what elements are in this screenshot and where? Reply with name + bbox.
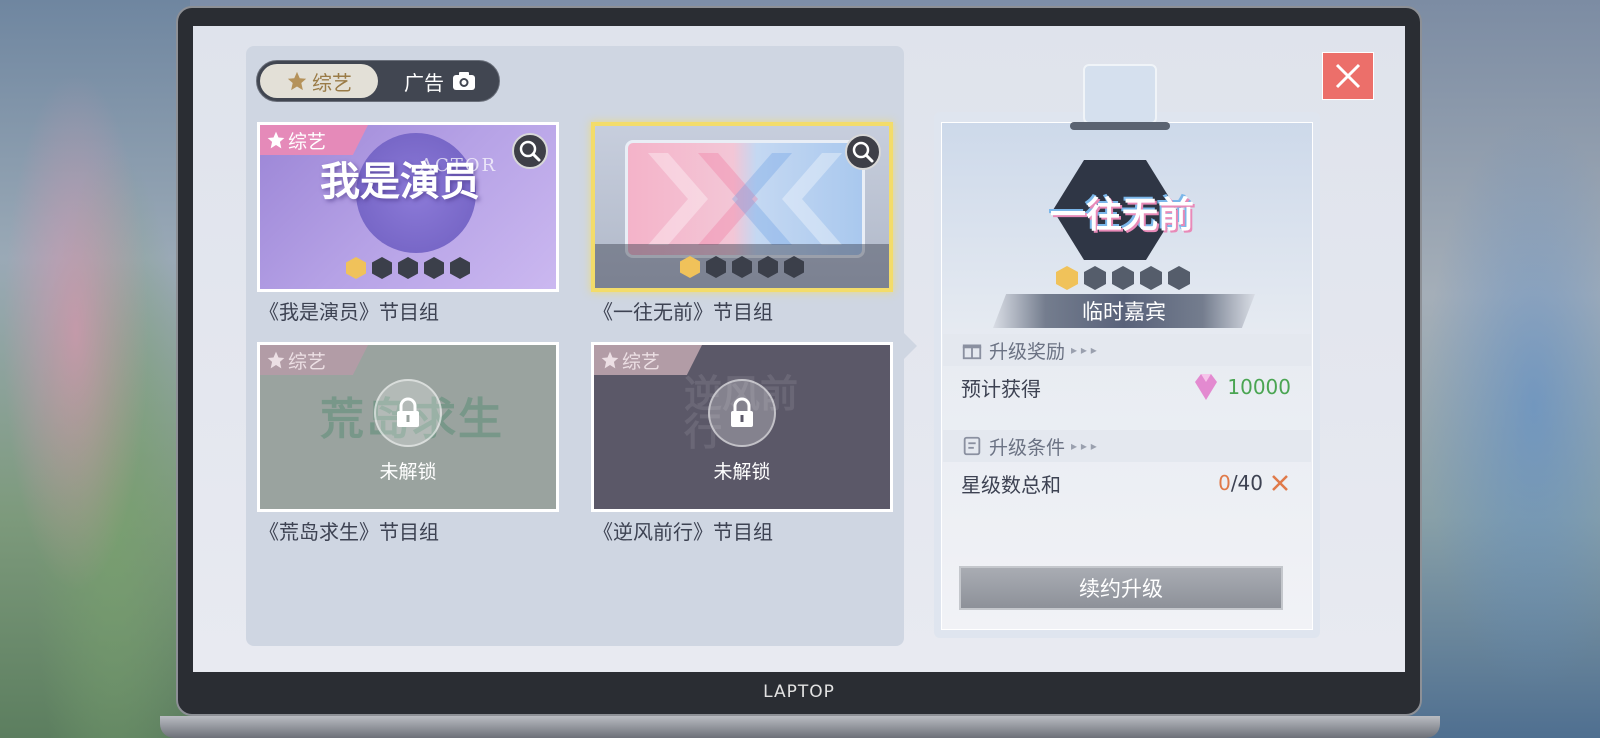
locked-label: 未解锁 <box>379 461 437 483</box>
star-hex-empty <box>784 256 804 278</box>
program-emblem-text: 一往无前 <box>1049 195 1194 236</box>
condition-section-header: 升级条件 ▸ ▸ ▸ <box>943 430 1311 462</box>
detail-star-rating <box>1056 266 1190 290</box>
background-left <box>0 0 190 738</box>
locked-label: 未解锁 <box>713 461 771 483</box>
star-hex-filled <box>346 257 366 279</box>
condition-current: 0 <box>1218 471 1231 495</box>
star-icon <box>267 131 285 149</box>
rank-title-label: 临时嘉宾 <box>1082 300 1166 324</box>
condition-total: /40 <box>1230 471 1263 495</box>
laptop-brand: LAPTOP <box>763 682 835 702</box>
star-hex-empty <box>732 256 752 278</box>
star-hex-empty <box>398 257 418 279</box>
condition-value-wrap: 0/40 <box>1218 471 1291 495</box>
rank-title: 临时嘉宾 <box>993 294 1255 328</box>
star-icon <box>287 71 307 91</box>
laptop-screen: 综艺 广告 我是演员 ACTOR 综艺 《我是演员》节目组 《一往无前》节目组 … <box>193 26 1405 672</box>
condition-label: 星级数总和 <box>961 472 1061 497</box>
condition-section-title: 升级条件 <box>989 436 1066 459</box>
gem-icon <box>1195 374 1218 400</box>
clipboard-clip <box>1083 64 1157 124</box>
star-icon <box>267 351 285 369</box>
renew-upgrade-label: 续约升级 <box>1079 577 1163 601</box>
tab-ad[interactable]: 广告 <box>387 64 493 98</box>
card-caption: 《荒岛求生》节目组 <box>259 520 439 544</box>
card-caption: 《我是演员》节目组 <box>259 300 439 324</box>
tab-ad-label: 广告 <box>404 70 444 95</box>
ribbon-label: 综艺 <box>288 350 327 373</box>
category-tabs: 综艺 广告 <box>256 60 500 102</box>
ribbon-label: 综艺 <box>622 350 661 373</box>
reward-row: 预计获得 10000 <box>961 372 1291 402</box>
search-icon[interactable] <box>512 133 548 169</box>
tab-variety[interactable]: 综艺 <box>260 64 378 98</box>
dots-decoration: ▸ ▸ ▸ <box>1071 439 1097 453</box>
selection-pointer <box>903 332 917 360</box>
card-caption: 《逆风前行》节目组 <box>593 520 773 544</box>
lock-icon <box>708 379 776 447</box>
star-hex-empty <box>1084 266 1106 290</box>
reward-value-wrap: 10000 <box>1193 372 1291 402</box>
reward-value: 10000 <box>1227 375 1291 399</box>
clipboard-bar <box>1070 122 1170 130</box>
program-card-headwind[interactable]: 逆风前行 综艺 未解锁 <box>591 342 893 512</box>
program-card-forward[interactable] <box>591 122 893 292</box>
reward-section-title: 升级奖励 <box>989 340 1066 363</box>
cross-icon <box>1272 475 1288 491</box>
program-card-island[interactable]: 荒岛求生 综艺 未解锁 <box>257 342 559 512</box>
star-hex-empty <box>450 257 470 279</box>
laptop-base <box>160 716 1440 738</box>
reward-label: 预计获得 <box>961 376 1041 401</box>
star-hex-empty <box>1168 266 1190 290</box>
close-icon <box>1335 63 1361 89</box>
card-logo-subtext: ACTOR <box>420 155 498 176</box>
camera-icon <box>453 72 475 90</box>
star-hex-empty <box>706 256 726 278</box>
star-hex-empty <box>372 257 392 279</box>
star-hex-empty <box>424 257 444 279</box>
card-art-screen <box>625 140 865 258</box>
search-icon[interactable] <box>845 134 881 170</box>
star-hex-empty <box>1140 266 1162 290</box>
star-hex-filled <box>680 256 700 278</box>
card-caption: 《一往无前》节目组 <box>593 300 773 324</box>
tab-variety-label: 综艺 <box>312 70 352 95</box>
chevron-art <box>648 153 842 245</box>
category-ribbon: 综艺 <box>260 125 368 155</box>
close-button[interactable] <box>1322 52 1374 100</box>
reward-section-header: 升级奖励 ▸ ▸ ▸ <box>943 334 1311 366</box>
renew-upgrade-button[interactable]: 续约升级 <box>959 566 1283 610</box>
category-ribbon: 综艺 <box>594 345 702 375</box>
condition-row: 星级数总和 0/40 <box>961 468 1291 498</box>
star-rating <box>680 256 804 278</box>
dots-decoration: ▸ ▸ ▸ <box>1071 343 1097 357</box>
lock-icon <box>374 379 442 447</box>
star-hex-empty <box>1112 266 1134 290</box>
ribbon-label: 综艺 <box>288 130 327 153</box>
gift-icon <box>962 344 982 360</box>
star-rating <box>346 257 470 279</box>
category-ribbon: 综艺 <box>260 345 368 375</box>
star-hex-filled <box>1056 266 1078 290</box>
star-hex-empty <box>758 256 778 278</box>
program-card-actor[interactable]: 我是演员 ACTOR 综艺 <box>257 122 559 292</box>
star-icon <box>601 351 619 369</box>
scroll-icon <box>963 436 981 456</box>
